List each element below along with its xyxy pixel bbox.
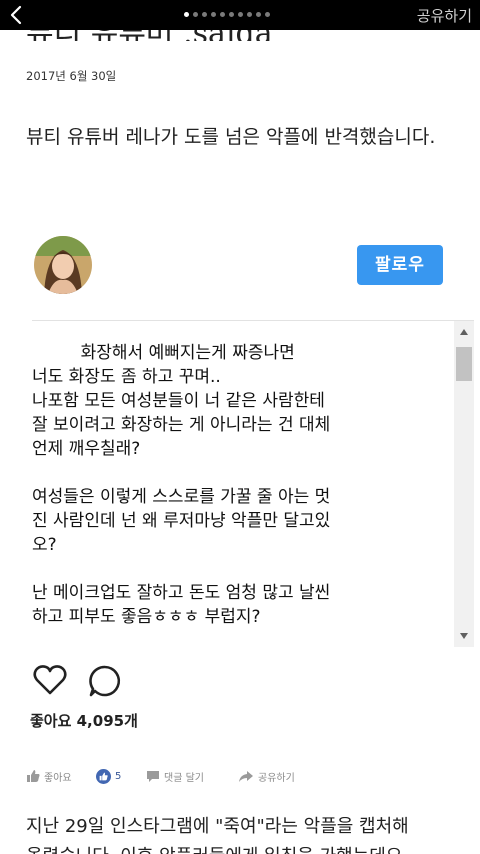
post-image: 화장해서 예뻐지는게 짜증나면너도 화장도 좀 하고 꾸며.. 나포함 모든 여성…: [32, 320, 474, 647]
post-text-line: [32, 461, 450, 485]
page-dot: [256, 12, 261, 17]
post-text-line: 하고 피부도 좋음ㅎㅎㅎ 부럽지?: [32, 607, 261, 627]
follow-button[interactable]: 팔로우: [357, 245, 443, 285]
article-title-clipped: 뷰티 유튜버 .saida: [26, 30, 466, 41]
post-text-line: 화장해서 예뻐지는게 짜증나면: [32, 343, 295, 363]
comment-label: 댓글 달기: [164, 772, 204, 784]
scroll-up-arrow-icon[interactable]: [460, 329, 468, 335]
post-text-line: 진 사람인데 넌 왜 루저마냥 악플만 달고있: [32, 511, 331, 531]
post-text: 화장해서 예뻐지는게 짜증나면너도 화장도 좀 하고 꾸며.. 나포함 모든 여성…: [32, 341, 450, 629]
article-date: 2017년 6월 30일: [26, 69, 117, 83]
page-dot: [193, 12, 198, 17]
page-dot: [265, 12, 270, 17]
like-action[interactable]: 좋아요: [26, 766, 72, 786]
post-text-line: 너도 화장도 좀 하고 꾸며..: [32, 367, 221, 387]
back-chevron-icon[interactable]: [6, 4, 28, 26]
page-dot: [202, 12, 207, 17]
page-dot: [211, 12, 216, 17]
scrollbar[interactable]: [454, 321, 474, 647]
post-text-line: 잘 보이려고 화장하는 게 아니라는 건 대체: [32, 415, 331, 435]
social-action-bar: 좋아요 5 댓글 달기 공유하기: [26, 766, 466, 786]
thumbs-up-icon: [27, 770, 40, 782]
page-indicator: [184, 12, 270, 17]
page-dot: [229, 12, 234, 17]
heart-icon[interactable]: [32, 664, 68, 696]
avatar[interactable]: [34, 236, 92, 294]
page-dot: [247, 12, 252, 17]
top-navigation-bar: 공유하기: [0, 0, 480, 30]
instagram-embed: 팔로우 화장해서 예뻐지는게 짜증나면너도 화장도 좀 하고 꾸며.. 나포함 모…: [26, 228, 474, 748]
comment-action[interactable]: 댓글 달기: [146, 766, 204, 786]
post-text-line: 난 메이크업도 잘하고 돈도 엄청 많고 날씬: [32, 583, 331, 603]
post-text-line: [32, 557, 450, 581]
share-action[interactable]: 공유하기: [238, 766, 295, 786]
comment-icon[interactable]: [88, 664, 122, 698]
share-arrow-icon: [239, 770, 253, 782]
page-dot: [184, 12, 189, 17]
scroll-down-arrow-icon[interactable]: [460, 633, 468, 639]
facebook-like-count[interactable]: 5: [96, 766, 121, 786]
speech-bubble-icon: [147, 770, 159, 782]
article-lead: 뷰티 유튜버 레나가 도를 넘은 악플에 반격했습니다.: [26, 126, 436, 148]
facebook-like-icon: [96, 768, 111, 784]
article-body-line-1: 지난 29일 인스타그램에 "죽여"라는 악플을 캡처해: [26, 816, 409, 837]
post-text-line: 오?: [32, 535, 57, 555]
post-text-line: 나포함 모든 여성분들이 너 같은 사람한테: [32, 391, 325, 411]
share-label: 공유하기: [258, 772, 295, 784]
facebook-count: 5: [115, 770, 122, 782]
post-text-line: 여성들은 이렇게 스스로를 가꿀 줄 아는 멋: [32, 487, 331, 507]
scrollbar-thumb[interactable]: [456, 347, 472, 381]
likes-count: 좋아요 4,095개: [30, 712, 138, 730]
share-button[interactable]: 공유하기: [417, 5, 472, 26]
article-body-line-2: 올렸습니다. 이후 악플러들에게 일침을 가했는데요.: [26, 842, 476, 854]
page-dot: [220, 12, 225, 17]
post-text-line: 언제 깨우칠래?: [32, 439, 141, 459]
like-label: 좋아요: [44, 772, 72, 784]
article-title: 뷰티 유튜버 .saida: [26, 30, 273, 41]
page-dot: [238, 12, 243, 17]
